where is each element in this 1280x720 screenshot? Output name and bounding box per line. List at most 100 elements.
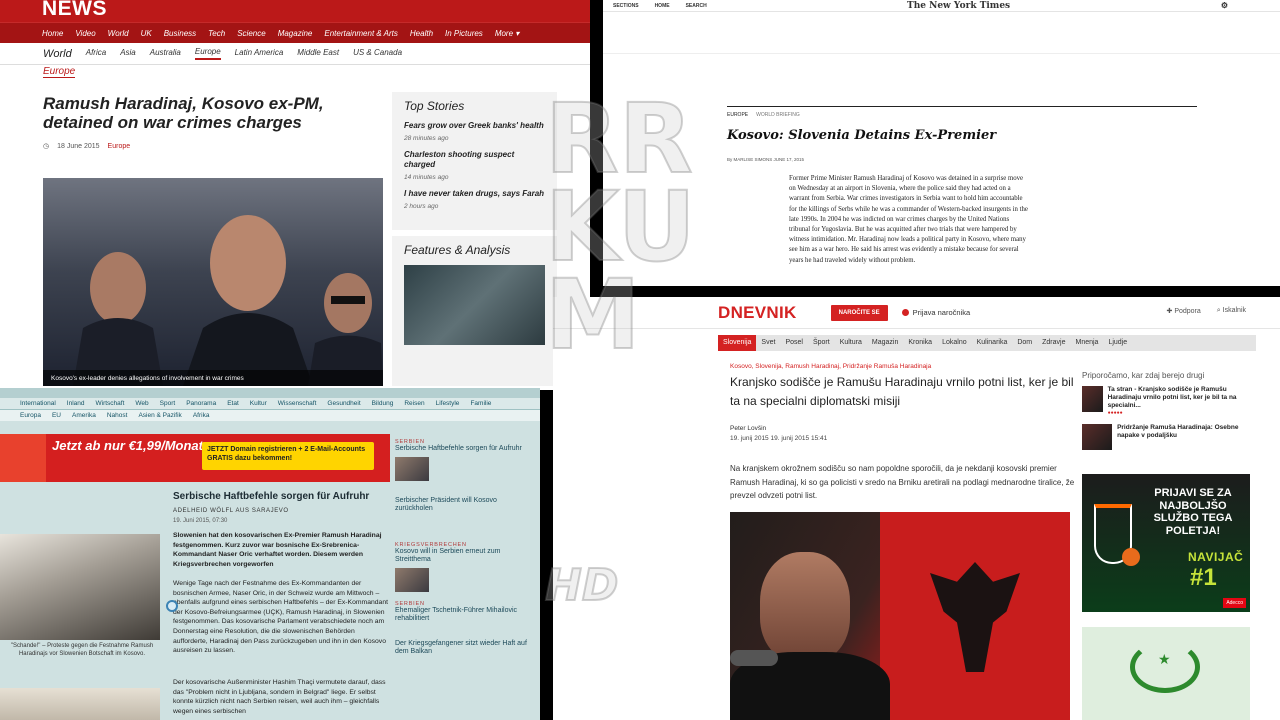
nav-item[interactable]: Magazin [867,335,903,351]
subnav-africa[interactable]: Africa [86,48,106,59]
article-date: 18 June 2015 [57,142,100,150]
section-link[interactable]: Europe [43,66,76,78]
portrait-face [760,552,850,662]
subnav-item[interactable]: Nahost [107,412,128,419]
nav-item[interactable]: Sport [160,400,176,407]
subnav-item[interactable]: Amerika [72,412,96,419]
nav-item[interactable]: Reisen [404,400,424,407]
top-story[interactable]: I have never taken drugs, says Farah 2 h… [392,187,557,216]
top-story-title[interactable]: Charleston shooting suspect charged [404,150,545,170]
gear-icon[interactable]: ⚙ [1221,1,1228,10]
nav-magazine[interactable]: Magazine [278,29,313,38]
recommended-thumb[interactable] [1082,386,1103,412]
subscriber-login[interactable]: Prijava naročnika [901,308,971,317]
ad-promo[interactable]: JETZT Domain registrieren + 2 E-Mail-Acc… [202,442,374,470]
nav-item[interactable]: Lokalno [937,335,972,351]
subnav-australia[interactable]: Australia [150,48,181,59]
nav-item[interactable]: Dom [1012,335,1037,351]
nav-item[interactable]: Šport [808,335,835,351]
nav-item[interactable]: Kultur [250,400,267,407]
nyt-body: Former Prime Minister Ramush Haradinaj o… [789,175,1028,264]
adecco-logo: Adecco [1223,598,1246,608]
nav-item[interactable]: Wirtschaft [96,400,125,407]
nav-item[interactable]: International [20,400,56,407]
subnav-item[interactable]: Asien & Pazifik [138,412,181,419]
features-image[interactable] [404,265,545,345]
recommended-item[interactable]: Pridržanje Ramuša Haradinaja: Osebne nap… [1082,424,1262,450]
nav-world[interactable]: World [108,29,129,38]
support-link[interactable]: ✚ Podpora [1167,307,1201,315]
nav-in-pictures[interactable]: In Pictures [445,29,483,38]
nav-video[interactable]: Video [75,29,95,38]
nav-item[interactable]: Wissenschaft [278,400,317,407]
top-story-title[interactable]: I have never taken drugs, says Farah [404,189,545,199]
subnav-world-title[interactable]: World [43,48,72,60]
nav-item[interactable]: Mnenja [1070,335,1103,351]
article-photo: Kosovo's ex-leader denies allegations of… [43,178,383,386]
nyt-logo[interactable]: The New York Times [907,1,1010,11]
top-story[interactable]: Fears grow over Greek banks' health 28 m… [392,119,557,148]
subnav-item[interactable]: Afrika [193,412,210,419]
recommended-text[interactable]: Pridržanje Ramuša Haradinaja: Osebne nap… [1117,424,1262,450]
tag-breadcrumb[interactable]: Kosovo, Slovenija, Ramush Haradinaj, Pri… [730,363,931,370]
nav-item[interactable]: Web [135,400,148,407]
subnav-europe[interactable]: Europe [194,47,221,60]
search-button[interactable]: SEARCH [686,3,707,9]
side-story[interactable]: Ehemaliger Tschetnik-Führer Mihailovic r… [395,607,535,624]
top-story-title[interactable]: Fears grow over Greek banks' health [404,121,545,131]
subnav-middle-east[interactable]: Middle East [297,48,339,59]
search-link[interactable]: ⌕ Iskalnik [1217,307,1246,315]
subnav-asia[interactable]: Asia [120,48,136,59]
side-story[interactable]: Serbische Haftbefehle sorgen für Aufruhr [395,445,535,454]
support-label[interactable]: Podpora [1174,308,1200,315]
recommended-thumb[interactable] [1082,424,1113,450]
side-story[interactable]: Kosovo will in Serbien erneut zum Streit… [395,548,535,565]
nav-science[interactable]: Science [237,29,265,38]
nav-item[interactable]: Bildung [372,400,394,407]
nav-item[interactable]: Posel [780,335,808,351]
nav-home[interactable]: Home [42,29,63,38]
nav-item[interactable]: Kultura [835,335,867,351]
side-thumb[interactable] [395,456,429,481]
job-ad[interactable]: PRIJAVI SE ZA NAJBOLJŠO SLUŽBO TEGA POLE… [1082,474,1250,612]
nav-more[interactable]: More ▾ [495,29,519,38]
subnav-item[interactable]: EU [52,412,61,419]
sections-button[interactable]: SECTIONS [613,3,639,9]
nav-business[interactable]: Business [164,29,196,38]
subnav-us-canada[interactable]: US & Canada [353,48,402,59]
top-story[interactable]: Charleston shooting suspect charged 14 m… [392,148,557,187]
subnav-item[interactable]: Europa [20,412,41,419]
nav-item[interactable]: Inland [67,400,85,407]
subscribe-button[interactable]: NAROČITE SE [830,304,888,321]
nav-entertainment[interactable]: Entertainment & Arts [324,29,398,38]
recommended-text[interactable]: Ta stran - Kranjsko sodišče je Ramušu Ha… [1108,386,1262,410]
second-ad[interactable]: ★ [1082,627,1250,720]
nav-uk[interactable]: UK [141,29,152,38]
nav-item[interactable]: Lifestyle [436,400,460,407]
nav-item[interactable]: Kulinarika [972,335,1013,351]
nav-item[interactable]: Ljudje [1103,335,1132,351]
nav-item[interactable]: Gesundheit [327,400,360,407]
subscriber-login-label[interactable]: Prijava naročnika [913,308,971,317]
recommended-item[interactable]: Ta stran - Kranjsko sodišče je Ramušu Ha… [1082,386,1262,416]
nav-item[interactable]: Etat [227,400,239,407]
bbc-news-logo[interactable]: NEWS [0,0,590,22]
article-category[interactable]: Europe [108,143,131,150]
search-label[interactable]: Iskalnik [1223,307,1246,314]
nav-health[interactable]: Health [410,29,433,38]
nav-item[interactable]: Zdravje [1037,335,1070,351]
subnav-latin-america[interactable]: Latin America [235,48,284,59]
dnevnik-author[interactable]: Peter Lovšin [730,425,766,432]
top-strip [0,388,540,398]
side-story[interactable]: Der Kriegsgefangener sitzt wieder Haft a… [395,640,535,657]
nav-item[interactable]: Kronika [903,335,937,351]
ad-banner[interactable]: Jetzt ab nur €1,99/Monat JETZT Domain re… [0,434,390,482]
home-button[interactable]: HOME [655,3,670,9]
dnevnik-headline: Kranjsko sodišče je Ramušu Haradinaju vr… [730,375,1074,408]
nav-item[interactable]: Familie [470,400,491,407]
side-thumb[interactable] [395,567,429,592]
nav-item[interactable]: Panorama [186,400,216,407]
bbc-news-window: NEWS Home Video World UK Business Tech S… [0,0,590,390]
side-story[interactable]: Serbischer Präsident will Kosovo zurückh… [395,497,535,514]
nav-tech[interactable]: Tech [208,29,225,38]
